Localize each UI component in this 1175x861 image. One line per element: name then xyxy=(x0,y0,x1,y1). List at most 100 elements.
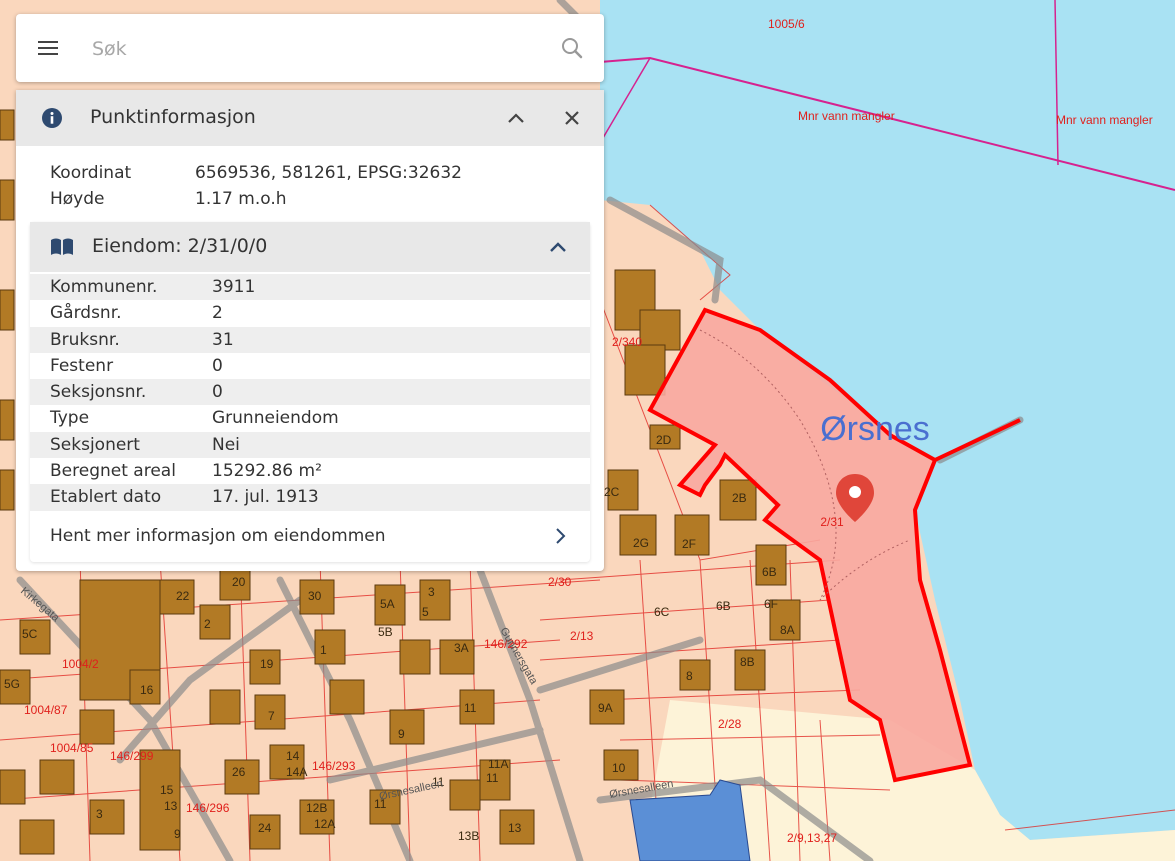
property-row: Bruksnr. 31 xyxy=(30,326,590,353)
building-label: 5 xyxy=(422,605,429,619)
property-value: 31 xyxy=(212,329,234,350)
building-label: 13 xyxy=(508,821,522,835)
building-label: 3 xyxy=(428,585,435,599)
parcel-label: 146/299 xyxy=(110,749,154,763)
building-label: 2D xyxy=(656,433,672,447)
menu-icon[interactable] xyxy=(38,38,58,58)
building-label: 20 xyxy=(232,575,246,589)
property-key: Seksjonsnr. xyxy=(50,382,147,403)
property-title: Eiendom: 2/31/0/0 xyxy=(92,235,268,257)
parcel-label: 1004/87 xyxy=(24,703,68,717)
parcel-label: 146/296 xyxy=(186,801,230,815)
building-label: 7 xyxy=(268,709,275,723)
info-icon xyxy=(42,108,62,128)
chevron-up-icon[interactable] xyxy=(504,106,528,130)
property-card: Eiendom: 2/31/0/0 Kommunenr. 3911 Gårdsnr.… xyxy=(30,222,590,562)
search-input[interactable] xyxy=(90,34,544,64)
building-label: 6C xyxy=(654,605,670,619)
building-label: 5G xyxy=(4,677,20,691)
parcel-label: 2/13 xyxy=(570,629,594,643)
property-value: 2 xyxy=(212,303,223,324)
coordinate-label: Koordinat xyxy=(50,163,132,183)
height-label: Høyde xyxy=(50,189,105,209)
property-row: Etablert dato 17. jul. 1913 xyxy=(30,484,590,511)
property-row: Seksjonsnr. 0 xyxy=(30,379,590,406)
building-label: 5A xyxy=(380,597,395,611)
search-bar xyxy=(16,14,604,82)
height-value: 1.17 m.o.h xyxy=(195,189,287,209)
property-value: 0 xyxy=(212,355,223,376)
property-header[interactable]: Eiendom: 2/31/0/0 xyxy=(30,222,590,272)
building-label: 1 xyxy=(320,643,327,657)
property-key: Bruksnr. xyxy=(50,329,120,350)
building-label: 2C xyxy=(604,485,620,499)
building-label: 11A xyxy=(488,757,508,771)
property-key: Gårdsnr. xyxy=(50,303,122,324)
building-label: 9 xyxy=(174,827,181,841)
building-label: 6B xyxy=(762,565,777,579)
property-value: Nei xyxy=(212,434,240,455)
property-row: Seksjonert Nei xyxy=(30,431,590,459)
property-row: Kommunenr. 3911 xyxy=(30,274,590,301)
building-label: 14A xyxy=(286,765,307,779)
parcel-label: 2/9,13,27 xyxy=(787,831,837,845)
coordinate-value: 6569536, 581261, EPSG:32632 xyxy=(195,163,462,183)
building-label: 8B xyxy=(740,655,755,669)
property-value: 3911 xyxy=(212,277,256,297)
building-label: 13B xyxy=(458,829,479,843)
building-label: 15 xyxy=(160,783,174,797)
building-label: 12B xyxy=(306,801,327,815)
building-label: 5B xyxy=(378,625,393,639)
parcel-label: 1005/6 xyxy=(768,17,805,31)
building-label: 2 xyxy=(204,617,211,631)
place-name: Ørsnes xyxy=(820,410,930,448)
building-label: 2G xyxy=(633,536,649,550)
chevron-right-icon xyxy=(556,528,566,544)
building-label: 10 xyxy=(612,761,626,775)
close-icon[interactable] xyxy=(561,107,583,129)
building-label: 26 xyxy=(232,765,246,779)
property-key: Kommunenr. xyxy=(50,277,158,297)
property-value: 15292.86 m² xyxy=(212,461,322,482)
property-value: 17. jul. 1913 xyxy=(212,487,319,508)
parcel-label: 1004/85 xyxy=(50,741,94,755)
building-label: 9A xyxy=(598,701,613,715)
building-label: 8 xyxy=(686,669,693,683)
building-label: 11 xyxy=(486,771,499,785)
property-value: 0 xyxy=(212,382,223,403)
property-key: Type xyxy=(50,408,90,429)
property-value: Grunneiendom xyxy=(212,408,339,429)
building-label: 12A xyxy=(314,817,335,831)
selected-parcel-label: 2/31 xyxy=(820,515,844,529)
building-label: 9 xyxy=(398,727,405,741)
parcel-label: 2/28 xyxy=(718,717,742,731)
parcel-label: 1004/2 xyxy=(62,657,99,671)
building-label: 11 xyxy=(464,701,477,715)
book-icon xyxy=(51,238,73,255)
point-info-panel: Punktinformasjon Koordinat 6569536, 5812… xyxy=(16,90,604,571)
parcel-label: 146/293 xyxy=(312,759,356,773)
parcel-label: Mnr vann mangler xyxy=(798,109,895,123)
property-key: Beregnet areal xyxy=(50,461,176,482)
panel-title: Punktinformasjon xyxy=(90,106,256,128)
parcel-label: 2/340 xyxy=(612,335,642,349)
building-label: 2F xyxy=(682,537,696,551)
building-label: 3 xyxy=(96,807,103,821)
parcel-label: Mnr vann mangler xyxy=(1056,113,1153,127)
building-label: 14 xyxy=(286,749,300,763)
property-key: Etablert dato xyxy=(50,487,162,508)
building-label: 5C xyxy=(22,627,38,641)
property-row: Festenr 0 xyxy=(30,353,590,379)
more-info-link[interactable]: Hent mer informasjon om eiendommen xyxy=(30,512,590,560)
property-row: Beregnet areal 15292.86 m² xyxy=(30,458,590,484)
building-label: 8A xyxy=(780,623,795,637)
building-label: 19 xyxy=(260,657,274,671)
chevron-up-icon[interactable] xyxy=(546,235,570,259)
building-label: 22 xyxy=(176,589,190,603)
building-label: 30 xyxy=(308,589,322,603)
property-key: Seksjonert xyxy=(50,434,140,455)
building-label: 6F xyxy=(764,597,778,611)
panel-header: Punktinformasjon xyxy=(16,90,604,146)
building-label: 24 xyxy=(258,821,272,835)
search-icon[interactable] xyxy=(560,36,584,60)
